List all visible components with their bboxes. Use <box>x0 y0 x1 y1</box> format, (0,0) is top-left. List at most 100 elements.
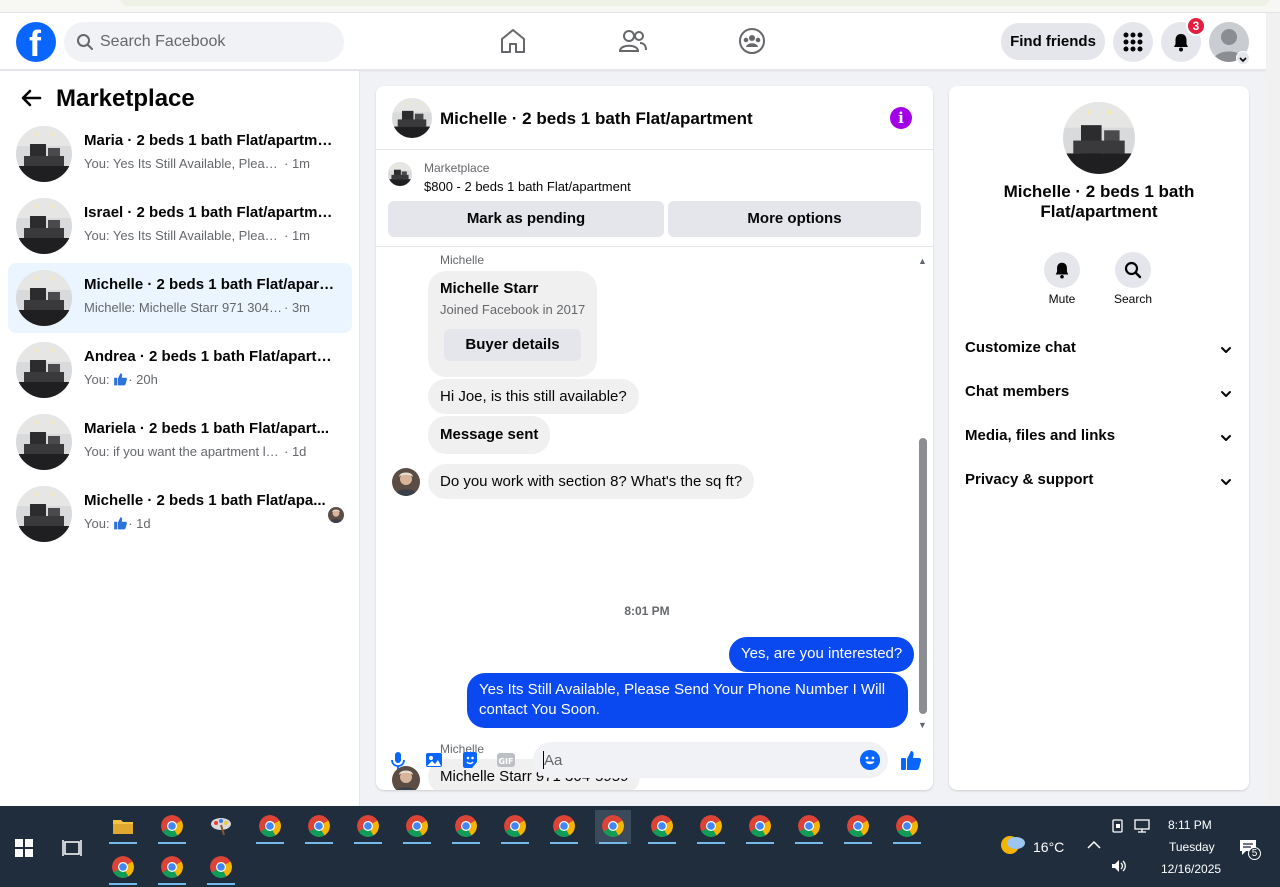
chat-details-panel: Michelle · 2 beds 1 bath Flat/apartment … <box>949 86 1249 790</box>
listing-category: Marketplace <box>424 161 490 175</box>
photo-icon[interactable] <box>424 750 444 770</box>
conversation-title: Andrea · 2 beds 1 bath Flat/apartm... <box>84 348 336 365</box>
listing-price[interactable]: $800 - 2 beds 1 bath Flat/apartment <box>424 179 631 194</box>
conversation-title: Mariela · 2 beds 1 bath Flat/apart... <box>84 420 330 437</box>
page-scrollbar[interactable] <box>1266 13 1280 806</box>
conversation-item[interactable]: Michelle · 2 beds 1 bath Flat/apart... Mi… <box>8 263 352 333</box>
facebook-logo[interactable]: f <box>16 22 56 64</box>
buyer-details-button[interactable]: Buyer details <box>444 329 581 361</box>
account-chevron-icon[interactable] <box>1236 51 1250 65</box>
conversation-item[interactable]: Israel · 2 beds 1 bath Flat/apartment You… <box>8 191 352 261</box>
sender-avatar[interactable] <box>392 468 420 496</box>
chrome-browser-icon[interactable] <box>448 810 484 844</box>
mute-button[interactable] <box>1044 252 1080 288</box>
buyer-name: Michelle Starr <box>440 280 539 297</box>
chrome-browser-icon[interactable] <box>203 851 239 885</box>
conversation-item[interactable]: Maria · 2 beds 1 bath Flat/apartment You:… <box>8 119 352 189</box>
chrome-browser-icon[interactable] <box>791 810 827 844</box>
chrome-browser-icon[interactable] <box>693 810 729 844</box>
conversation-thumbnail <box>16 270 72 326</box>
chrome-browser-icon[interactable] <box>497 810 533 844</box>
incoming-message[interactable]: Do you work with section 8? What's the s… <box>428 464 755 499</box>
gif-icon[interactable]: GIF <box>496 750 516 770</box>
chrome-browser-icon[interactable] <box>595 810 631 844</box>
windows-taskbar: 16°C 8:11 PM Tuesday 12/16/2025 5 <box>0 806 1280 887</box>
conversation-preview: You: Yes Its Still Available, Please Sen… <box>84 228 310 243</box>
clock-time[interactable]: 8:11 PM <box>1168 818 1212 832</box>
outgoing-message[interactable]: Yes Its Still Available, Please Send You… <box>467 673 908 728</box>
groups-icon[interactable] <box>737 26 767 56</box>
paint-app-icon[interactable] <box>203 810 239 844</box>
chrome-browser-icon[interactable] <box>644 810 680 844</box>
thumbs-up-icon[interactable] <box>900 749 922 771</box>
top-navigation-bar: f Search Facebook Find friends 3 <box>0 13 1266 70</box>
conversation-preview: You: · 20h <box>84 372 158 387</box>
weather-temp[interactable]: 16°C <box>1033 839 1064 855</box>
network-icon[interactable] <box>1133 818 1151 834</box>
conversation-title: Maria · 2 beds 1 bath Flat/apartment <box>84 132 336 149</box>
chrome-browser-icon[interactable] <box>546 810 582 844</box>
conversation-item[interactable]: Mariela · 2 beds 1 bath Flat/apart... You… <box>8 407 352 477</box>
mark-as-pending-button[interactable]: Mark as pending <box>388 201 664 237</box>
search-in-chat-button[interactable] <box>1115 252 1151 288</box>
chrome-browser-icon[interactable] <box>840 810 876 844</box>
details-section-privacy-support[interactable]: Privacy & support <box>965 471 1233 495</box>
chat-title[interactable]: Michelle · 2 beds 1 bath Flat/apartment <box>440 109 753 129</box>
volume-icon[interactable] <box>1110 858 1128 874</box>
details-section-customize-chat[interactable]: Customize chat <box>965 339 1233 363</box>
more-options-button[interactable]: More options <box>668 201 921 237</box>
conversation-item[interactable]: Michelle · 2 beds 1 bath Flat/apa... You:… <box>8 479 352 549</box>
chrome-browser-icon[interactable] <box>742 810 778 844</box>
friends-icon[interactable] <box>618 26 648 56</box>
clock-day[interactable]: Tuesday <box>1169 840 1215 854</box>
conversation-title: Israel · 2 beds 1 bath Flat/apartment <box>84 204 336 221</box>
chrome-browser-icon[interactable] <box>301 810 337 844</box>
thumbs-up-icon <box>114 517 128 530</box>
emoji-icon[interactable] <box>860 750 880 770</box>
timestamp-separator: 8:01 PM <box>624 604 670 618</box>
chat-panel: Michelle · 2 beds 1 bath Flat/apartment … <box>376 86 933 790</box>
chrome-browser-icon[interactable] <box>399 810 435 844</box>
weather-icon[interactable] <box>1000 834 1026 856</box>
search-label: Search <box>1113 292 1153 306</box>
chrome-browser-icon[interactable] <box>105 851 141 885</box>
listing-thumbnail[interactable] <box>388 162 412 186</box>
chevron-down-icon <box>1221 435 1231 441</box>
incoming-message[interactable]: Hi Joe, is this still available? <box>428 379 639 414</box>
chrome-browser-icon[interactable] <box>350 810 386 844</box>
file-explorer-icon[interactable] <box>105 810 141 844</box>
browser-chrome-strip <box>0 0 1280 13</box>
sticker-icon[interactable] <box>460 750 480 770</box>
home-icon[interactable] <box>498 26 528 56</box>
conversation-thumbnail <box>16 198 72 254</box>
search-input[interactable]: Search Facebook <box>64 22 344 62</box>
chrome-browser-icon[interactable] <box>154 851 190 885</box>
info-icon[interactable]: i <box>890 107 912 129</box>
chevron-up-icon[interactable] <box>1086 839 1102 851</box>
buyer-joined-text: Joined Facebook in 2017 <box>440 302 586 317</box>
conversation-name: Michelle · 2 beds 1 bath Flat/apartment <box>1003 182 1195 221</box>
meet-now-icon[interactable] <box>1110 818 1126 834</box>
chrome-browser-icon[interactable] <box>252 810 288 844</box>
back-arrow-icon[interactable] <box>20 87 42 109</box>
menu-button[interactable] <box>1113 22 1153 62</box>
conversation-item[interactable]: Andrea · 2 beds 1 bath Flat/apartm... You… <box>8 335 352 405</box>
bell-icon <box>1055 262 1069 279</box>
conversation-avatar[interactable] <box>1063 102 1135 174</box>
chrome-browser-icon[interactable] <box>889 810 925 844</box>
message-input[interactable]: Aa <box>533 742 888 778</box>
thread-scrollbar[interactable]: ▲ ▼ <box>918 256 928 730</box>
find-friends-button[interactable]: Find friends <box>1001 23 1105 60</box>
details-section-media-files-and-links[interactable]: Media, files and links <box>965 427 1233 451</box>
bell-icon <box>1174 34 1188 52</box>
windows-start-icon[interactable] <box>14 838 34 858</box>
marketplace-inbox-sidebar: Marketplace Maria · 2 beds 1 bath Flat/a… <box>0 71 360 806</box>
task-view-icon[interactable] <box>62 838 82 858</box>
details-section-chat-members[interactable]: Chat members <box>965 383 1233 407</box>
outgoing-message[interactable]: Yes, are you interested? <box>729 637 915 672</box>
clock-date[interactable]: 12/16/2025 <box>1161 862 1221 876</box>
chat-avatar[interactable] <box>392 98 432 138</box>
microphone-icon[interactable] <box>388 750 408 770</box>
conversation-thumbnail <box>16 486 72 542</box>
chrome-browser-icon[interactable] <box>154 810 190 844</box>
